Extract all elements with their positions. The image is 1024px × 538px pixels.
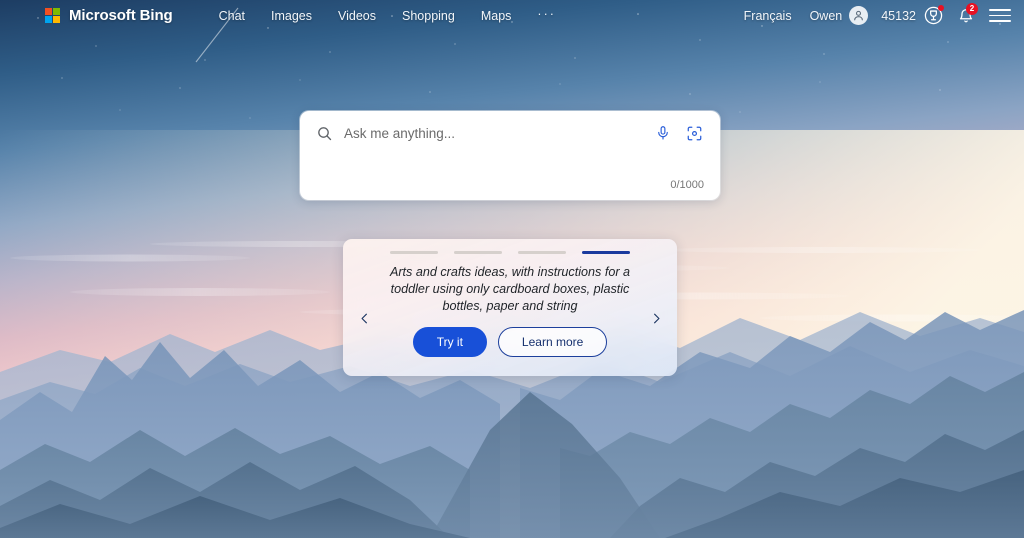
search-icon bbox=[314, 123, 334, 143]
search-row bbox=[300, 111, 720, 143]
person-avatar-icon[interactable] bbox=[849, 6, 869, 25]
search-input[interactable] bbox=[334, 125, 653, 141]
username-label[interactable]: Owen bbox=[801, 9, 850, 23]
suggestion-carousel-card: Arts and crafts ideas, with instructions… bbox=[343, 239, 677, 376]
header-actions: Français Owen 45132 2 bbox=[735, 2, 1024, 26]
visual-search-camera-icon[interactable] bbox=[685, 124, 704, 143]
top-navigation-bar: Microsoft Bing Chat Images Videos Shoppi… bbox=[0, 0, 1024, 31]
nav-item-videos[interactable]: Videos bbox=[325, 5, 389, 27]
rewards-points[interactable]: 45132 bbox=[868, 9, 923, 23]
main-nav: Chat Images Videos Shopping Maps ··· bbox=[206, 5, 569, 27]
character-counter: 0/1000 bbox=[670, 179, 704, 191]
carousel-indicators bbox=[343, 239, 677, 254]
carousel-body: Arts and crafts ideas, with instructions… bbox=[343, 254, 677, 357]
nav-item-maps[interactable]: Maps bbox=[468, 5, 525, 27]
nav-item-chat[interactable]: Chat bbox=[206, 5, 258, 27]
search-actions bbox=[653, 124, 706, 143]
nav-item-images[interactable]: Images bbox=[258, 5, 325, 27]
carousel-buttons: Try it Learn more bbox=[387, 327, 633, 357]
suggestion-prompt-text: Arts and crafts ideas, with instructions… bbox=[389, 265, 631, 313]
nav-item-shopping[interactable]: Shopping bbox=[389, 5, 468, 27]
microsoft-squares-icon bbox=[45, 8, 60, 23]
language-selector[interactable]: Français bbox=[735, 9, 801, 23]
hamburger-menu-icon[interactable] bbox=[989, 7, 1011, 25]
notification-badge: 2 bbox=[966, 2, 978, 15]
brand-area[interactable]: Microsoft Bing bbox=[0, 7, 173, 24]
brand-title: Microsoft Bing bbox=[69, 7, 173, 24]
search-panel: 0/1000 bbox=[300, 111, 720, 200]
chevron-left-icon[interactable] bbox=[353, 306, 375, 330]
try-it-button[interactable]: Try it bbox=[412, 327, 487, 357]
learn-more-button[interactable]: Learn more bbox=[497, 327, 608, 357]
chevron-right-icon[interactable] bbox=[645, 306, 667, 330]
bell-icon[interactable]: 2 bbox=[953, 2, 978, 26]
microphone-icon[interactable] bbox=[653, 124, 672, 143]
rewards-alert-dot bbox=[938, 4, 944, 11]
nav-item-more-icon[interactable]: ··· bbox=[524, 5, 569, 23]
trophy-icon[interactable] bbox=[923, 4, 944, 26]
